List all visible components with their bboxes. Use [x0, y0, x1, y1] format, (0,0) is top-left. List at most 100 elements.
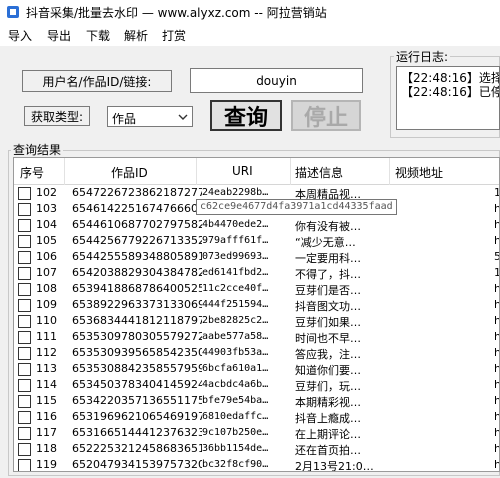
cell-desc: 不得了，抖…: [295, 268, 361, 281]
cell-video-url: h: [494, 426, 499, 439]
cell-seq: 107: [36, 266, 57, 279]
row-checkbox[interactable]: [18, 235, 31, 248]
cell-id: 6536834441812118797: [72, 314, 202, 327]
table-header: 序号 作品ID URI 描述信息 视频地址: [14, 158, 499, 185]
cell-seq: 110: [36, 314, 57, 327]
table-rows: 102 6547226723862187277 24eab2298b… 本周精品视… 1…: [14, 185, 499, 472]
table-row[interactable]: 116 65319696210654691976810edaffc… 抖音上瘾成… h: [14, 409, 499, 426]
cell-id: 6544256779226713352: [72, 234, 202, 247]
col-seq[interactable]: 序号: [20, 164, 44, 181]
cell-desc: 豆芽们，玩…: [295, 380, 361, 393]
table-row[interactable]: 108 653941886878640052511c2cce40f… 豆芽们是否… h: [14, 281, 499, 298]
table-row[interactable]: 118 652225321245868365136bb1154de… 还在首页拍… h: [14, 441, 499, 458]
cell-desc: 时间也不早…: [295, 332, 361, 345]
stop-button[interactable]: 停止: [291, 100, 361, 131]
menu-parse[interactable]: 解析: [124, 27, 148, 44]
col-id[interactable]: 作品ID: [111, 164, 148, 181]
col-uri[interactable]: URI: [232, 164, 253, 178]
log-title: 运行日志:: [394, 48, 451, 65]
cell-video-url: 1: [494, 186, 499, 199]
cell-desc: 答应我，注…: [295, 348, 361, 361]
cell-id: 6539418868786400525: [72, 282, 202, 295]
cell-video-url: h: [494, 202, 499, 215]
row-checkbox[interactable]: [18, 379, 31, 392]
menu-donate[interactable]: 打赏: [162, 27, 186, 44]
cell-uri: ed6141fbd2…: [202, 267, 269, 278]
cell-desc: 还在首页拍…: [295, 444, 361, 457]
table-row[interactable]: 113 65353088423585579596bcfa610a1… 知道你们要… h: [14, 361, 499, 378]
row-checkbox[interactable]: [18, 299, 31, 312]
row-checkbox[interactable]: [18, 443, 31, 456]
row-checkbox[interactable]: [18, 251, 31, 264]
cell-video-url: h: [494, 314, 499, 327]
table-row[interactable]: 105 6544256779226713352979afff61f… “减少无意… h: [14, 233, 499, 250]
cell-seq: 103: [36, 202, 57, 215]
cell-uri: 24eab2298b…: [202, 187, 269, 198]
cell-desc: 一定要用科…: [295, 252, 361, 265]
row-checkbox[interactable]: [18, 363, 31, 376]
cell-video-url: 5: [494, 250, 499, 263]
row-checkbox[interactable]: [18, 315, 31, 328]
cell-uri: 44903fb53a…: [202, 347, 269, 358]
cell-uri: 979afff61f…: [202, 235, 269, 246]
row-checkbox[interactable]: [18, 203, 31, 216]
table-row[interactable]: 114 65345037834041459244acbdc4a6b… 豆芽们，玩… h: [14, 377, 499, 394]
cell-video-url: 1: [494, 266, 499, 279]
row-checkbox[interactable]: [18, 347, 31, 360]
cell-id: 6546142251674766600: [72, 202, 202, 215]
menu-export[interactable]: 导出: [47, 27, 71, 44]
menu-download[interactable]: 下载: [86, 27, 110, 44]
table-row[interactable]: 115 6534220357136551175bfe79e54ba… 本期精彩视… h: [14, 393, 499, 410]
log-output[interactable]: 【22:48:16】选择了 【22:48:16】已停止: [396, 66, 500, 130]
type-label: 获取类型:: [24, 106, 90, 126]
table-row[interactable]: 109 6538922963373133069444f251594… 抖音图文功… h: [14, 297, 499, 314]
col-desc[interactable]: 描述信息: [295, 164, 343, 181]
cell-desc: 抖音上瘾成…: [295, 412, 361, 425]
cell-id: 6542038829304384782: [72, 266, 202, 279]
col-video-url[interactable]: 视频地址: [395, 164, 443, 181]
row-checkbox[interactable]: [18, 331, 31, 344]
row-checkbox[interactable]: [18, 187, 31, 200]
window-title: 抖音采集/批量去水印 — www.alyxz.com -- 阿拉营销站: [26, 6, 327, 20]
row-checkbox[interactable]: [18, 219, 31, 232]
cell-seq: 104: [36, 218, 57, 231]
cell-id: 6535308842358557959: [72, 362, 202, 375]
table-row[interactable]: 107 6542038829304384782ed6141fbd2… 不得了，抖… 1: [14, 265, 499, 282]
row-checkbox[interactable]: [18, 411, 31, 424]
row-checkbox[interactable]: [18, 459, 31, 471]
cell-uri: 9c107b250e…: [202, 427, 269, 438]
search-button[interactable]: 查询: [210, 100, 282, 131]
cell-id: 6547226723862187277: [72, 186, 202, 199]
type-select[interactable]: 作品: [107, 106, 193, 127]
menu-import[interactable]: 导入: [8, 27, 32, 44]
username-input[interactable]: douyin: [190, 68, 363, 93]
row-checkbox[interactable]: [18, 427, 31, 440]
chevron-down-icon: [178, 114, 188, 120]
cell-desc: 知道你们要…: [295, 364, 361, 377]
cell-desc: 抖音图文功…: [295, 300, 361, 313]
table-row[interactable]: 119 6520479341539757320 bc32f8cf90… 2月13号21…: [14, 457, 499, 472]
table-row[interactable]: 110 65368344418121187972be82825c2… 豆芽们如果… h: [14, 313, 499, 330]
cell-desc: 2月13号21:0…: [295, 460, 374, 472]
row-checkbox[interactable]: [18, 395, 31, 408]
cell-id: 6531665144412376323: [72, 426, 202, 439]
table-row[interactable]: 104 65446106877027975824b4470ede2… 你有没有被… h: [14, 217, 499, 234]
cell-id: 6538922963373133069: [72, 298, 202, 311]
title-bar: 抖音采集/批量去水印 — www.alyxz.com -- 阿拉营销站: [0, 0, 500, 24]
table-row[interactable]: 117 65316651444123763239c107b250e… 在上期评论… h: [14, 425, 499, 442]
table-row[interactable]: 112 653530939565854235044903fb53a… 答应我，注… h: [14, 345, 499, 362]
cell-video-url: h: [494, 218, 499, 231]
cell-id: 6531969621065469197: [72, 410, 202, 423]
table-row[interactable]: 111 6535309780305579272aabe577a58… 时间也不早… h: [14, 329, 499, 346]
cell-seq: 118: [36, 442, 57, 455]
cell-uri: 073ed99693…: [202, 251, 269, 262]
cell-uri: 444f251594…: [202, 299, 269, 310]
cell-video-url: h: [494, 458, 499, 471]
cell-video-url: h: [494, 378, 499, 391]
table-row[interactable]: 106 6544255589348805891073ed99693… 一定要用科… 5: [14, 249, 499, 266]
cell-uri: bfe79e54ba…: [202, 395, 269, 406]
row-checkbox[interactable]: [18, 267, 31, 280]
row-checkbox[interactable]: [18, 283, 31, 296]
menu-bar: 导入 导出 下载 解析 打赏: [0, 24, 500, 46]
cell-video-url: h: [494, 234, 499, 247]
